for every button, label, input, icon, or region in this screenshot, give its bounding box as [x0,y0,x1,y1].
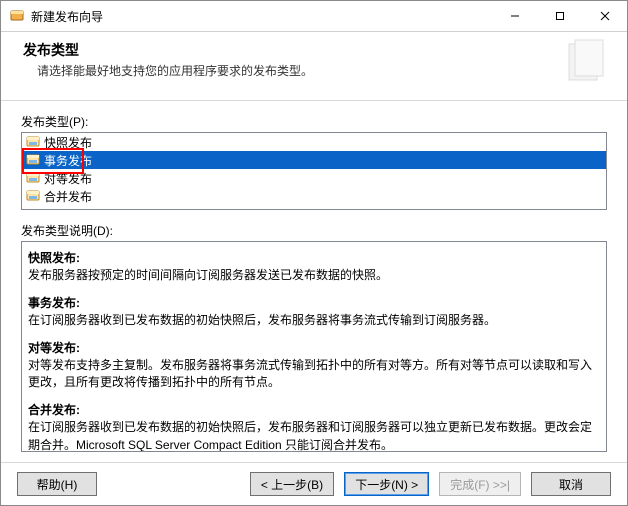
minimize-button[interactable] [492,1,537,31]
desc-section-title: 快照发布: [28,250,600,267]
desc-section-body: 对等发布支持多主复制。发布服务器将事务流式传输到拓扑中的所有对等方。所有对等节点… [28,357,600,392]
publication-type-list[interactable]: 快照发布事务发布对等发布合并发布 [21,132,607,210]
desc-section-body: 在订阅服务器收到已发布数据的初始快照后，发布服务器将事务流式传输到订阅服务器。 [28,312,600,329]
list-item[interactable]: 事务发布 [22,151,606,169]
banner-title: 发布类型 [23,40,553,60]
list-item-label: 合并发布 [44,188,602,205]
publication-icon [26,171,40,185]
desc-section-title: 合并发布: [28,402,600,419]
close-button[interactable] [582,1,627,31]
desc-section-body: 在订阅服务器收到已发布数据的初始快照后，发布服务器和订阅服务器可以独立更新已发布… [28,419,600,452]
list-item[interactable]: 合并发布 [22,187,606,205]
titlebar: 新建发布向导 [1,1,627,32]
help-button[interactable]: 帮助(H) [17,472,97,496]
publication-type-description[interactable]: 快照发布:发布服务器按预定的时间间隔向订阅服务器发送已发布数据的快照。事务发布:… [21,241,607,452]
next-button[interactable]: 下一步(N) > [344,472,429,496]
wizard-window: 新建发布向导 发布类型 请选择能最好地支持您的应用程序要求的发布类型。 [0,0,628,506]
app-icon [9,8,25,24]
wizard-banner: 发布类型 请选择能最好地支持您的应用程序要求的发布类型。 [1,32,627,101]
publication-icon [26,135,40,149]
finish-button: 完成(F) >>| [439,472,521,496]
window-controls [492,1,627,31]
list-item[interactable]: 对等发布 [22,169,606,187]
cancel-button[interactable]: 取消 [531,472,611,496]
wizard-content: 发布类型(P): 快照发布事务发布对等发布合并发布 发布类型说明(D): 快照发… [1,101,627,462]
wizard-footer: 帮助(H) < 上一步(B) 下一步(N) > 完成(F) >>| 取消 [1,462,627,505]
type-desc-label: 发布类型说明(D): [21,222,607,239]
list-item-label: 快照发布 [44,134,602,151]
type-list-label: 发布类型(P): [21,113,607,130]
banner-icon [563,38,611,86]
publication-icon [26,153,40,167]
back-button[interactable]: < 上一步(B) [250,472,334,496]
window-title: 新建发布向导 [31,8,492,25]
list-item[interactable]: 快照发布 [22,133,606,151]
desc-section-body: 发布服务器按预定的时间间隔向订阅服务器发送已发布数据的快照。 [28,267,600,284]
maximize-button[interactable] [537,1,582,31]
banner-subtitle: 请选择能最好地支持您的应用程序要求的发布类型。 [37,62,553,79]
publication-icon [26,189,40,203]
list-item-label: 事务发布 [44,152,602,169]
desc-section-title: 事务发布: [28,295,600,312]
list-item-label: 对等发布 [44,170,602,187]
desc-section-title: 对等发布: [28,340,600,357]
